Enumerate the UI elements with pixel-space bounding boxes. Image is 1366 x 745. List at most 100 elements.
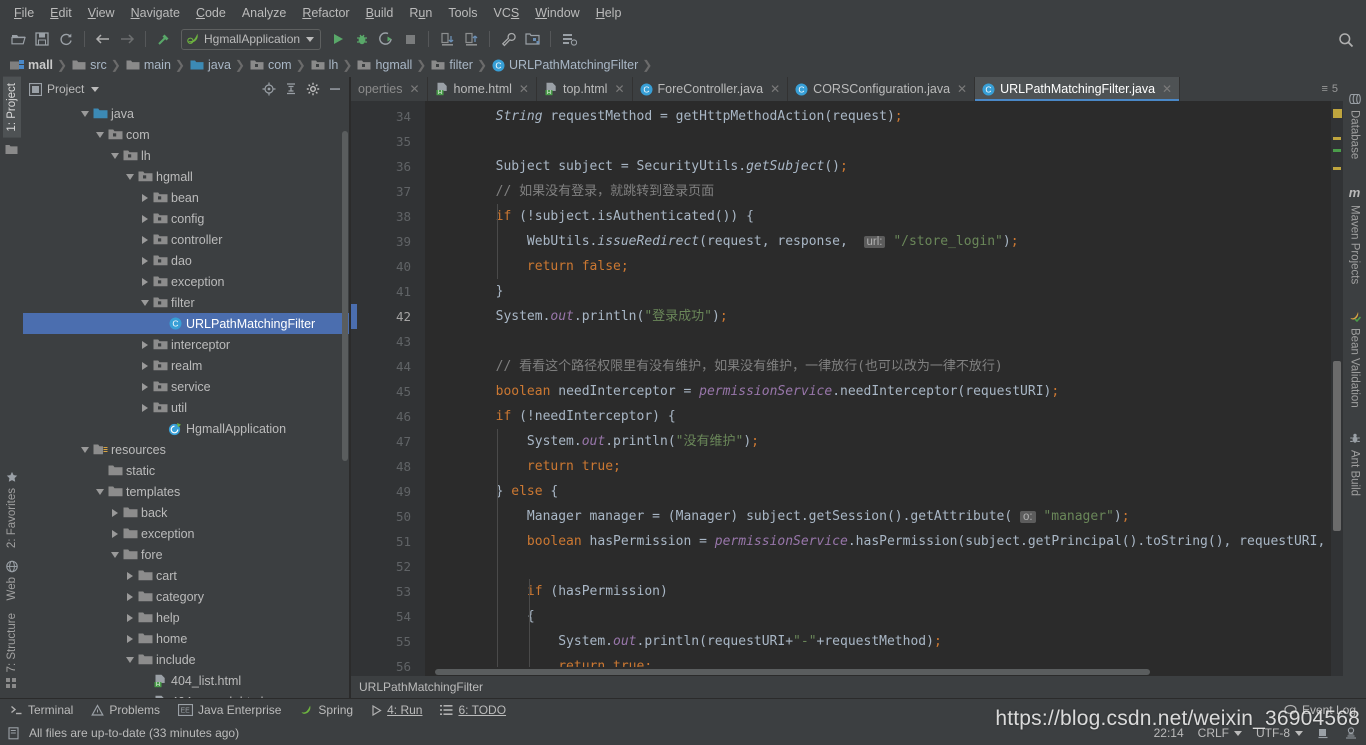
code-content[interactable]: String requestMethod = getHttpMethodActi… <box>425 101 1331 676</box>
chevron-right-icon[interactable] <box>138 235 151 244</box>
tree-node-bean[interactable]: bean <box>23 187 349 208</box>
chevron-down-icon[interactable] <box>93 488 106 495</box>
line-number[interactable]: 43 <box>351 329 425 354</box>
marker-warning[interactable] <box>1333 167 1341 170</box>
line-number[interactable]: 48 <box>351 454 425 479</box>
tree-node-home[interactable]: home <box>23 628 349 649</box>
marker-warning[interactable] <box>1333 137 1341 140</box>
chevron-down-icon[interactable] <box>93 131 106 138</box>
menu-item-refactor[interactable]: Refactor <box>294 4 357 22</box>
line-number[interactable]: 55 <box>351 629 425 654</box>
open-folder-icon[interactable] <box>7 28 29 50</box>
breadcrumb-item-lh[interactable]: lh <box>307 58 342 72</box>
tree-node-fore[interactable]: fore <box>23 544 349 565</box>
close-icon[interactable]: ✕ <box>409 82 419 96</box>
line-number[interactable]: 41 <box>351 279 425 304</box>
update-project-icon[interactable] <box>436 28 458 50</box>
editor-tab-operties[interactable]: operties ✕ <box>351 77 428 101</box>
tree-node-dao[interactable]: dao <box>23 250 349 271</box>
project-tree[interactable]: java com lh hgmall bean config controller dao ex… <box>23 101 349 698</box>
chevron-right-icon[interactable] <box>108 529 121 538</box>
hide-icon[interactable] <box>327 81 343 97</box>
chevron-right-icon[interactable] <box>123 592 136 601</box>
editor-tab-corsconfiguration-java[interactable]: C CORSConfiguration.java ✕ <box>788 77 976 101</box>
inspection-icon[interactable] <box>1344 726 1358 740</box>
chevron-right-icon[interactable] <box>123 571 136 580</box>
line-number[interactable]: 51 <box>351 529 425 554</box>
line-number[interactable]: 36 <box>351 154 425 179</box>
arrow-forward-icon[interactable] <box>116 28 138 50</box>
line-separator-selector[interactable]: CRLF <box>1198 726 1242 740</box>
menu-item-help[interactable]: Help <box>588 4 630 22</box>
tree-node-category[interactable]: category <box>23 586 349 607</box>
encoding-selector[interactable]: UTF-8 <box>1256 726 1303 740</box>
tree-node-hgmallapplication[interactable]: HgmallApplication <box>23 418 349 439</box>
refresh-icon[interactable] <box>55 28 77 50</box>
sidebar-item-ant-build[interactable]: Ant Build <box>1346 427 1364 502</box>
tree-node-help[interactable]: help <box>23 607 349 628</box>
chevron-right-icon[interactable] <box>138 256 151 265</box>
menu-item-vcs[interactable]: VCS <box>486 4 528 22</box>
menu-item-build[interactable]: Build <box>358 4 402 22</box>
close-icon[interactable]: ✕ <box>614 82 624 96</box>
sidebar-item-maven[interactable]: m Maven Projects <box>1346 179 1364 290</box>
line-number[interactable]: 47 <box>351 429 425 454</box>
breadcrumb-item-filter[interactable]: filter <box>427 58 476 72</box>
chevron-right-icon[interactable] <box>138 214 151 223</box>
tool-window-todo[interactable]: 6: TODO <box>440 703 506 717</box>
menu-item-view[interactable]: View <box>80 4 123 22</box>
menu-item-tools[interactable]: Tools <box>440 4 485 22</box>
sidebar-item-web[interactable]: Web <box>3 554 21 606</box>
tree-node-config[interactable]: config <box>23 208 349 229</box>
breadcrumb-item-com[interactable]: com <box>246 58 295 72</box>
marker-change[interactable] <box>1333 149 1341 152</box>
breadcrumb-item-class[interactable]: C URLPathMatchingFilter <box>488 58 641 72</box>
close-icon[interactable]: ✕ <box>519 82 529 96</box>
tool-window-terminal[interactable]: Terminal <box>10 703 73 717</box>
tree-node-exception[interactable]: exception <box>23 523 349 544</box>
indent-icon[interactable] <box>1317 727 1330 740</box>
line-number[interactable]: 52 <box>351 554 425 579</box>
chevron-down-icon[interactable] <box>1234 730 1242 736</box>
line-number[interactable]: 56 <box>351 654 425 679</box>
sdk-manager-icon[interactable] <box>558 28 580 50</box>
tree-node-java[interactable]: java <box>23 103 349 124</box>
tree-node-resources[interactable]: resources <box>23 439 349 460</box>
chevron-down-icon[interactable] <box>138 299 151 306</box>
line-number[interactable]: 39 <box>351 229 425 254</box>
line-number[interactable]: 34 <box>351 104 425 129</box>
search-everywhere-icon[interactable] <box>1335 29 1357 51</box>
tree-node-interceptor[interactable]: interceptor <box>23 334 349 355</box>
settings-gear-icon[interactable] <box>305 81 321 97</box>
sidebar-item-favorites[interactable]: 2: Favorites <box>3 465 21 554</box>
stop-icon[interactable] <box>399 28 421 50</box>
menu-item-navigate[interactable]: Navigate <box>123 4 188 22</box>
tree-node-controller[interactable]: controller <box>23 229 349 250</box>
line-number[interactable]: 54 <box>351 604 425 629</box>
breadcrumb-item-src[interactable]: src <box>68 58 110 72</box>
scroll-from-source-icon[interactable] <box>261 81 277 97</box>
save-icon[interactable] <box>31 28 53 50</box>
tree-node-static[interactable]: static <box>23 460 349 481</box>
commit-icon[interactable] <box>460 28 482 50</box>
menu-item-window[interactable]: Window <box>527 4 587 22</box>
collapse-all-icon[interactable] <box>283 81 299 97</box>
tree-node-404-search-html[interactable]: H404_search.html <box>23 691 349 698</box>
project-panel-title-group[interactable]: Project <box>29 82 100 96</box>
line-number[interactable]: 37 <box>351 179 425 204</box>
chevron-down-icon[interactable] <box>78 446 91 453</box>
tree-node-lh[interactable]: lh <box>23 145 349 166</box>
wrench-icon[interactable] <box>497 28 519 50</box>
tab-list-icon[interactable]: ≡ <box>1321 83 1327 95</box>
tree-node-cart[interactable]: cart <box>23 565 349 586</box>
tree-node-realm[interactable]: realm <box>23 355 349 376</box>
run-with-coverage-icon[interactable] <box>375 28 397 50</box>
close-icon[interactable]: ✕ <box>957 82 967 96</box>
chevron-down-icon[interactable] <box>108 551 121 558</box>
tree-node-util[interactable]: util <box>23 397 349 418</box>
line-number[interactable]: 49 <box>351 479 425 504</box>
menu-item-file[interactable]: File <box>6 4 42 22</box>
chevron-right-icon[interactable] <box>138 193 151 202</box>
menu-item-analyze[interactable]: Analyze <box>234 4 294 22</box>
chevron-right-icon[interactable] <box>138 340 151 349</box>
